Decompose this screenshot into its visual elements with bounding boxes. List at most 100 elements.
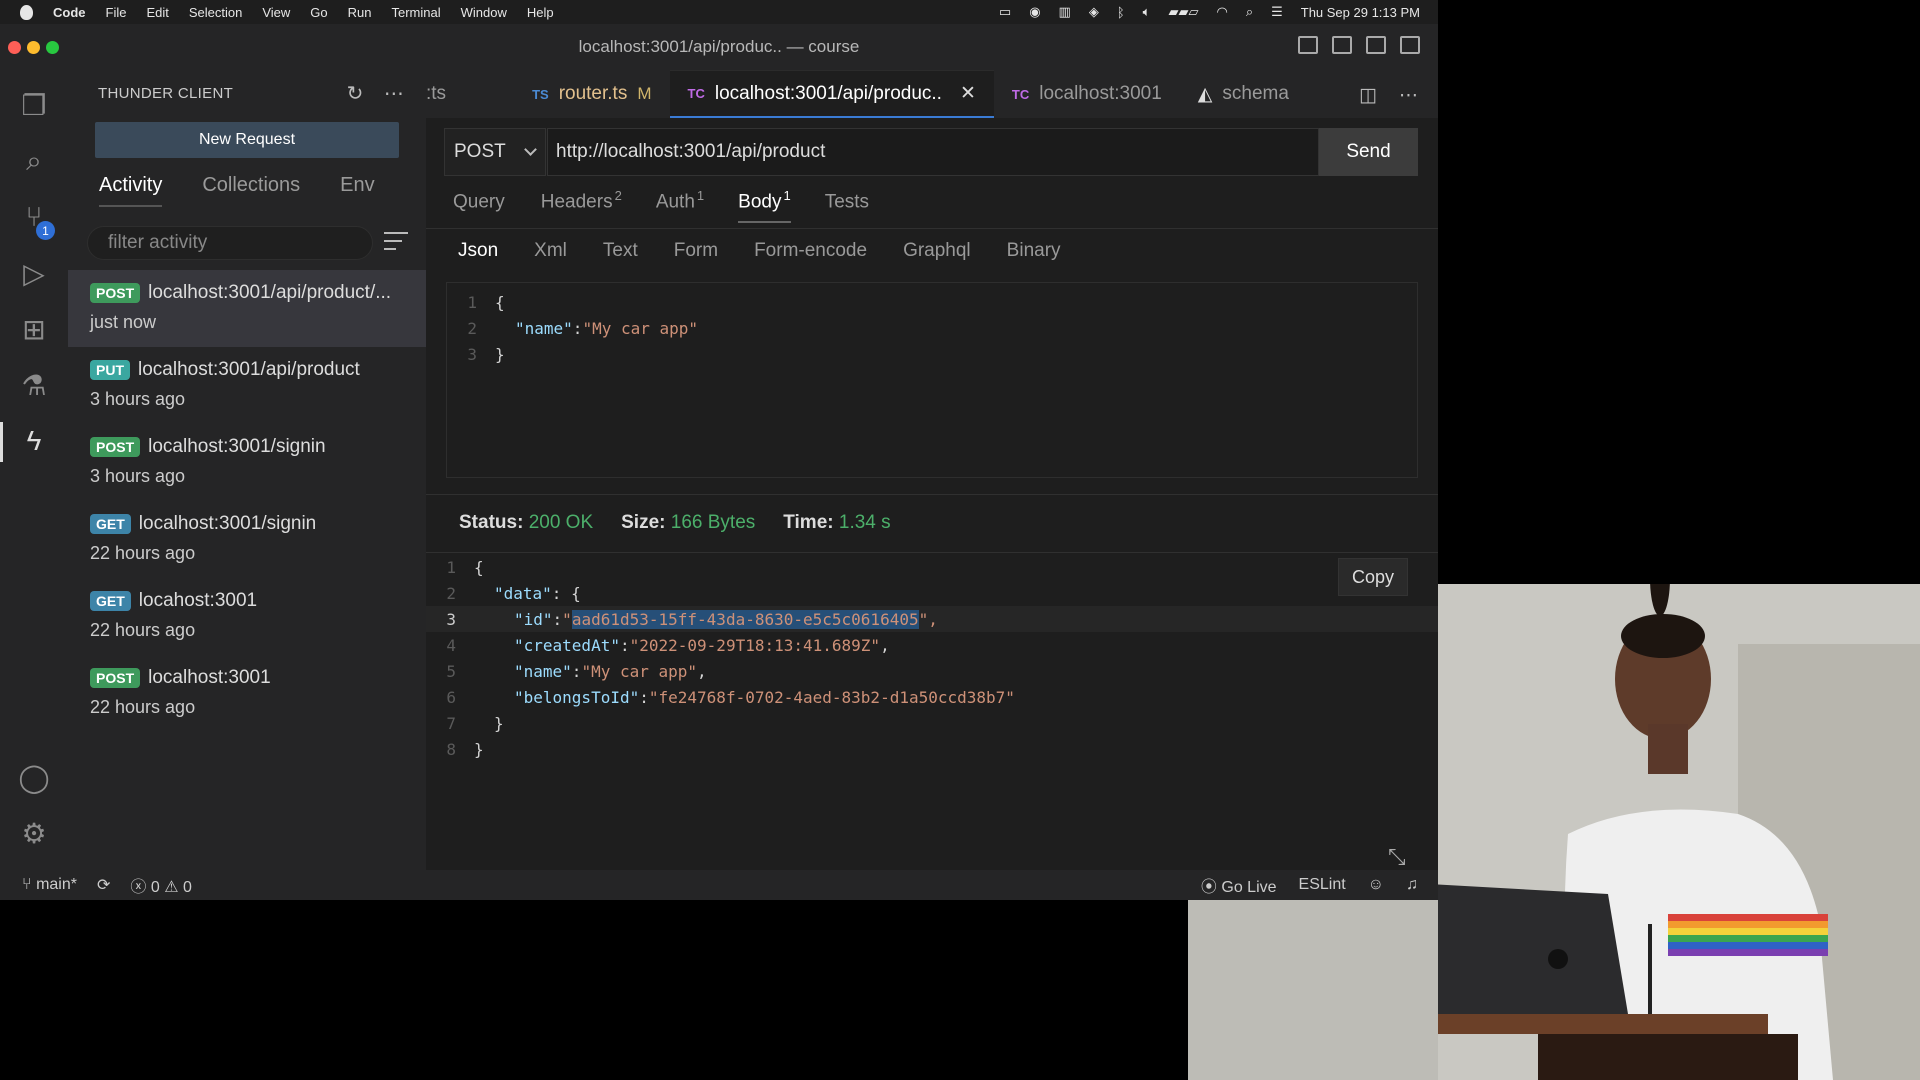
display-icon[interactable]: ▭: [999, 4, 1011, 20]
toggle-primary-sidebar-icon[interactable]: [1298, 36, 1318, 54]
active-view-indicator: [0, 422, 3, 462]
thunder-client-icon[interactable]: ϟ: [17, 424, 51, 458]
battery-icon[interactable]: ▰▰▱: [1168, 4, 1198, 20]
filter-options-icon[interactable]: [384, 232, 408, 256]
sync-icon[interactable]: ⟳: [97, 875, 110, 895]
minimize-window-button[interactable]: [27, 41, 40, 54]
toggle-panel-icon[interactable]: [1332, 36, 1352, 54]
tab-schema[interactable]: ◭ schema: [1180, 70, 1307, 118]
extensions-icon[interactable]: ⊞: [17, 312, 51, 346]
divider: [426, 228, 1438, 229]
branch-indicator[interactable]: ⑂ main*: [22, 876, 77, 894]
source-control-icon[interactable]: ⑂ 1: [17, 200, 55, 240]
more-actions-icon[interactable]: ⋯: [384, 81, 404, 106]
presenter-webcam: [1438, 584, 1920, 1080]
request-time: 3 hours ago: [90, 466, 186, 486]
tab-label: router.ts: [558, 83, 628, 104]
close-tab-icon[interactable]: ✕: [960, 82, 976, 105]
tab-headers[interactable]: Headers 2: [541, 188, 622, 223]
tab-router-ts[interactable]: TS router.ts M: [514, 70, 669, 118]
tab-actions: ◫ ⋯: [1359, 84, 1418, 107]
settings-gear-icon[interactable]: ⚙: [17, 816, 51, 850]
toggle-secondary-sidebar-icon[interactable]: [1366, 36, 1386, 54]
tab-query[interactable]: Query: [453, 188, 507, 223]
tab-thunder-request[interactable]: TC localhost:3001/api/produc.. ✕: [669, 70, 994, 118]
tab-binary[interactable]: Binary: [1007, 240, 1061, 262]
menu-run[interactable]: Run: [348, 5, 372, 20]
menubar-clock[interactable]: Thu Sep 29 1:13 PM: [1301, 5, 1420, 20]
volume-icon[interactable]: 🔈︎: [1143, 4, 1151, 20]
list-item[interactable]: GET locahost:3001 22 hours ago: [68, 578, 426, 655]
close-window-button[interactable]: [8, 41, 21, 54]
list-item[interactable]: PUT localhost:3001/api/product 3 hours ag…: [68, 347, 426, 424]
menu-terminal[interactable]: Terminal: [392, 5, 441, 20]
tab-body[interactable]: Body 1: [738, 188, 791, 224]
menu-window[interactable]: Window: [461, 5, 507, 20]
zoom-window-button[interactable]: [46, 41, 59, 54]
request-url: localhost:3001/api/product: [138, 359, 360, 380]
feedback-icon[interactable]: ☺: [1368, 876, 1384, 894]
split-editor-icon[interactable]: ◫: [1359, 84, 1377, 107]
tab-form[interactable]: Form: [674, 240, 718, 262]
go-live-button[interactable]: ⦿ Go Live: [1201, 873, 1277, 897]
refresh-icon[interactable]: ↻: [347, 81, 364, 106]
tab-tests[interactable]: Tests: [825, 188, 871, 223]
tab-json[interactable]: Json: [458, 240, 498, 262]
tab-form-encode[interactable]: Form-encode: [754, 240, 867, 262]
more-actions-icon[interactable]: ⋯: [1399, 84, 1418, 107]
explorer-icon[interactable]: ❐: [17, 88, 51, 122]
account-icon[interactable]: ◯: [17, 760, 51, 794]
tab-thunder-localhost[interactable]: TC localhost:3001: [994, 70, 1180, 118]
problems-indicator[interactable]: ⓧ 0 ⚠ 0: [130, 873, 192, 897]
request-time: 22 hours ago: [90, 543, 196, 563]
notifications-bell-icon[interactable]: ♫: [1406, 876, 1418, 894]
response-body-viewer[interactable]: 1{ 2 "data": { 3 "id": " aad61d53-15ff-43da…: [426, 554, 1438, 762]
menu-app-name[interactable]: Code: [53, 5, 86, 20]
tab-collections[interactable]: Collections: [202, 174, 300, 207]
eslint-status[interactable]: ESLint: [1299, 876, 1346, 894]
http-method-select[interactable]: POST: [444, 128, 546, 176]
menu-view[interactable]: View: [262, 5, 290, 20]
menu-edit[interactable]: Edit: [146, 5, 168, 20]
url-input[interactable]: [547, 128, 1319, 176]
expand-icon[interactable]: ⤡: [1388, 844, 1406, 870]
testing-icon[interactable]: ⚗: [17, 368, 51, 402]
method-badge: GET: [90, 514, 131, 534]
spotlight-icon[interactable]: ⌕: [1246, 4, 1253, 20]
request-time: 22 hours ago: [90, 697, 196, 717]
tab-graphql[interactable]: Graphql: [903, 240, 971, 262]
tab-env[interactable]: Env: [340, 174, 374, 207]
request-body-editor[interactable]: 1{ 2 "name": "My car app" 3}: [446, 282, 1418, 478]
error-icon: ⓧ: [130, 879, 147, 896]
selected-text: aad61d53-15ff-43da-8630-e5c5c0616405: [571, 609, 919, 629]
list-item[interactable]: POST localhost:3001/api/product/... just …: [68, 270, 426, 347]
menu-help[interactable]: Help: [527, 5, 554, 20]
wifi-icon[interactable]: ◠: [1216, 4, 1227, 20]
focus-icon[interactable]: ◉: [1029, 4, 1040, 20]
list-item[interactable]: GET localhost:3001/signin 22 hours ago: [68, 501, 426, 578]
apple-icon[interactable]: [20, 4, 33, 20]
customize-layout-icon[interactable]: [1400, 36, 1420, 54]
list-item[interactable]: POST localhost:3001 22 hours ago: [68, 655, 426, 732]
menu-selection[interactable]: Selection: [189, 5, 242, 20]
time-label: Time:: [783, 512, 834, 533]
tab-xml[interactable]: Xml: [534, 240, 567, 262]
control-center-icon[interactable]: ☰: [1271, 4, 1283, 20]
list-item[interactable]: POST localhost:3001/signin 3 hours ago: [68, 424, 426, 501]
menu-file[interactable]: File: [106, 5, 127, 20]
tab-auth[interactable]: Auth 1: [656, 188, 704, 223]
tab-label: localhost:3001/api/produc..: [714, 82, 942, 104]
run-debug-icon[interactable]: ▷: [17, 256, 51, 290]
new-request-button[interactable]: New Request: [95, 122, 399, 158]
tab-text[interactable]: Text: [603, 240, 638, 262]
menu-go[interactable]: Go: [310, 5, 327, 20]
copy-button[interactable]: Copy: [1338, 558, 1408, 596]
search-icon[interactable]: ⌕: [17, 144, 51, 178]
tab-partial-ts[interactable]: :ts: [426, 70, 464, 118]
filter-activity-input[interactable]: [87, 226, 373, 260]
send-button[interactable]: Send: [1319, 128, 1418, 176]
tab-activity[interactable]: Activity: [99, 174, 163, 207]
layers-icon[interactable]: ◈: [1089, 4, 1099, 20]
bluetooth-icon[interactable]: ᛒ: [1117, 5, 1125, 20]
sidebar-toggle-icon[interactable]: ▥: [1059, 4, 1071, 20]
